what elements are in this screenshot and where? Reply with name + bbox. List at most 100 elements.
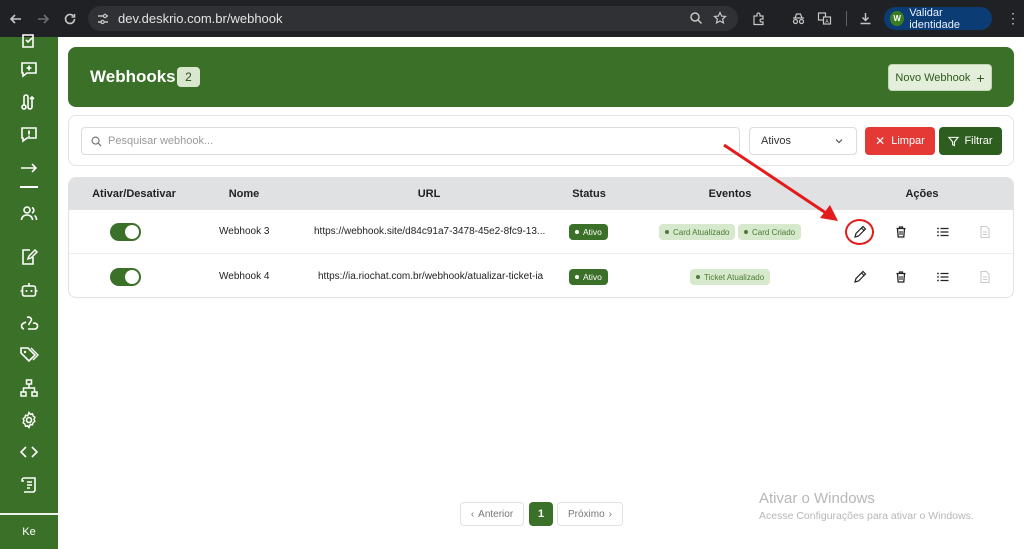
next-label: Próximo: [567, 508, 605, 520]
edit-pencil-icon[interactable]: [853, 270, 867, 284]
document-icon[interactable]: [978, 225, 992, 239]
incognito-icon[interactable]: [791, 11, 806, 26]
translate-icon[interactable]: A: [817, 11, 832, 26]
search-input[interactable]: Pesquisar webhook...: [81, 127, 740, 155]
windows-activation-title: Ativar o Windows: [759, 490, 875, 507]
event-badge: Card Criado: [738, 224, 802, 240]
message-plus-icon[interactable]: [19, 60, 39, 80]
windows-activation-subtitle: Acesse Configurações para ativar o Windo…: [759, 510, 974, 522]
checkbox-icon[interactable]: [19, 32, 39, 52]
chevron-left-icon: ‹: [470, 508, 475, 520]
validate-identity-button[interactable]: W Validar identidade: [884, 6, 992, 31]
validate-identity-label: Validar identidade: [909, 6, 961, 31]
search-icon: [91, 136, 102, 147]
back-icon[interactable]: [5, 8, 27, 30]
sitemap-icon[interactable]: [19, 378, 39, 398]
list-icon[interactable]: [936, 270, 950, 284]
address-bar[interactable]: dev.deskrio.com.br/webhook: [88, 6, 738, 31]
event-dot-icon: [744, 230, 748, 234]
bot-icon[interactable]: [19, 280, 39, 300]
sidebar-divider: [20, 186, 38, 188]
pagination-current-page[interactable]: 1: [529, 502, 553, 526]
toggle-knob: [125, 270, 139, 284]
webhook-name: Webhook 3: [219, 226, 270, 237]
profile-badge-icon: W: [890, 11, 905, 26]
filter-label: Filtrar: [964, 135, 993, 147]
event-label: Card Atualizado: [673, 227, 730, 237]
toggle-knob: [125, 225, 139, 239]
webhook-name: Webhook 4: [219, 271, 270, 282]
event-badge: Ticket Atualizado: [690, 269, 771, 285]
forward-icon[interactable]: [32, 8, 54, 30]
status-select-value: Ativos: [761, 135, 791, 147]
users-icon[interactable]: [19, 203, 39, 223]
event-dot-icon: [696, 275, 700, 279]
sidebar-user[interactable]: Ke: [0, 513, 58, 549]
user-initials: Ke: [22, 526, 36, 538]
browser-toolbar: dev.deskrio.com.br/webhook A W Validar i…: [0, 0, 1024, 37]
status-badge: Ativo: [569, 224, 608, 240]
reload-icon[interactable]: [59, 8, 81, 30]
toolbar-divider: [846, 11, 847, 26]
clear-label: Limpar: [891, 135, 925, 147]
header-url: URL: [417, 188, 441, 200]
filter-icon: [948, 136, 960, 147]
site-info-icon[interactable]: [96, 12, 110, 26]
header-actions: Ações: [905, 188, 939, 200]
zoom-icon[interactable]: [689, 11, 703, 25]
apply-filter-button[interactable]: Filtrar: [939, 127, 1002, 155]
previous-label: Anterior: [478, 508, 514, 520]
event-label: Card Criado: [752, 227, 796, 237]
svg-text:A: A: [825, 19, 829, 25]
active-toggle[interactable]: [110, 268, 141, 286]
bookmark-star-icon[interactable]: [713, 11, 727, 25]
plus-icon: +: [976, 69, 985, 86]
new-webhook-label: Novo Webhook: [895, 71, 971, 84]
webhook-icon[interactable]: [19, 313, 39, 333]
gear-icon[interactable]: [19, 410, 39, 430]
header-events: Eventos: [708, 188, 752, 200]
webhook-url: https://webhook.site/d84c91a7-3478-45e2-…: [314, 226, 546, 237]
event-badge: Card Atualizado: [659, 224, 736, 240]
status-select[interactable]: Ativos: [749, 127, 857, 155]
filter-bar: Pesquisar webhook... Ativos ✕ Limpar Fil…: [68, 115, 1014, 166]
table-header: Ativar/Desativar Nome URL Status Eventos…: [69, 178, 1013, 210]
header-name: Nome: [228, 188, 260, 200]
active-toggle[interactable]: [110, 223, 141, 241]
status-dot-icon: [575, 230, 579, 234]
scroll-icon[interactable]: [19, 475, 39, 495]
status-badge: Ativo: [569, 269, 608, 285]
header-toggle: Ativar/Desativar: [92, 188, 176, 200]
trash-icon[interactable]: [894, 270, 908, 284]
extensions-icon[interactable]: [751, 11, 766, 26]
webhooks-table: Ativar/Desativar Nome URL Status Eventos…: [68, 177, 1014, 298]
route-icon[interactable]: [19, 92, 39, 112]
tags-icon[interactable]: [19, 345, 39, 365]
pagination-next[interactable]: Próximo ›: [557, 502, 623, 526]
status-label: Ativo: [583, 272, 602, 282]
edit-file-icon[interactable]: [19, 247, 39, 267]
trash-icon[interactable]: [894, 225, 908, 239]
close-icon: ✕: [875, 134, 886, 148]
chevron-right-icon: ›: [608, 508, 613, 520]
table-row: Webhook 4 https://ia.riochat.com.br/webh…: [69, 255, 1013, 297]
event-label: Ticket Atualizado: [704, 272, 765, 282]
code-icon[interactable]: [19, 442, 39, 462]
pagination-previous[interactable]: ‹ Anterior: [460, 502, 524, 526]
webhook-url: https://ia.riochat.com.br/webhook/atuali…: [318, 271, 544, 282]
page-title: Webhooks: [90, 67, 176, 86]
message-alert-icon[interactable]: [19, 125, 39, 145]
browser-menu-icon[interactable]: ⋮: [1006, 11, 1020, 25]
new-webhook-button[interactable]: Novo Webhook +: [888, 64, 992, 91]
sidebar: Ke: [0, 34, 58, 549]
header-status: Status: [572, 188, 606, 200]
status-label: Ativo: [583, 227, 602, 237]
event-dot-icon: [665, 230, 669, 234]
list-icon[interactable]: [936, 225, 950, 239]
document-icon[interactable]: [978, 270, 992, 284]
arrow-right-icon[interactable]: [19, 158, 39, 178]
download-icon[interactable]: [858, 11, 873, 26]
table-row: Webhook 3 https://webhook.site/d84c91a7-…: [69, 210, 1013, 254]
clear-filters-button[interactable]: ✕ Limpar: [865, 127, 935, 155]
page-header: Webhooks 2 Novo Webhook +: [68, 47, 1014, 107]
